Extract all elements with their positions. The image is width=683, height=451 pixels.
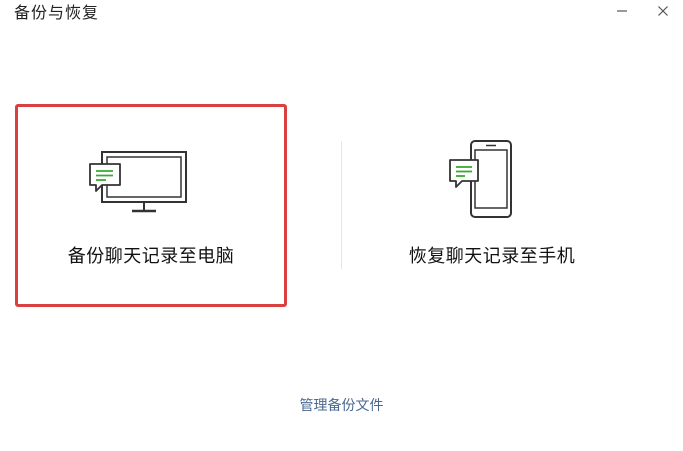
close-button[interactable] [648, 0, 678, 22]
backup-to-pc-option[interactable]: 备份聊天记录至电脑 [15, 104, 287, 307]
window-title: 备份与恢复 [14, 3, 100, 22]
restore-to-phone-option[interactable]: 恢复聊天记录至手机 [342, 104, 642, 307]
close-icon [658, 6, 668, 16]
restore-option-label: 恢复聊天记录至手机 [408, 246, 576, 267]
minimize-icon [617, 10, 627, 12]
backup-option-label: 备份聊天记录至电脑 [67, 246, 235, 267]
minimize-button[interactable] [607, 0, 637, 22]
monitor-with-chat-icon [88, 149, 190, 223]
backup-restore-window: 备份与恢复 备份聊天记录至电脑 恢复聊天记录至手机 管理备份文件 [0, 0, 683, 451]
phone-with-chat-icon [448, 138, 518, 224]
manage-backup-files-link[interactable]: 管理备份文件 [0, 396, 683, 416]
